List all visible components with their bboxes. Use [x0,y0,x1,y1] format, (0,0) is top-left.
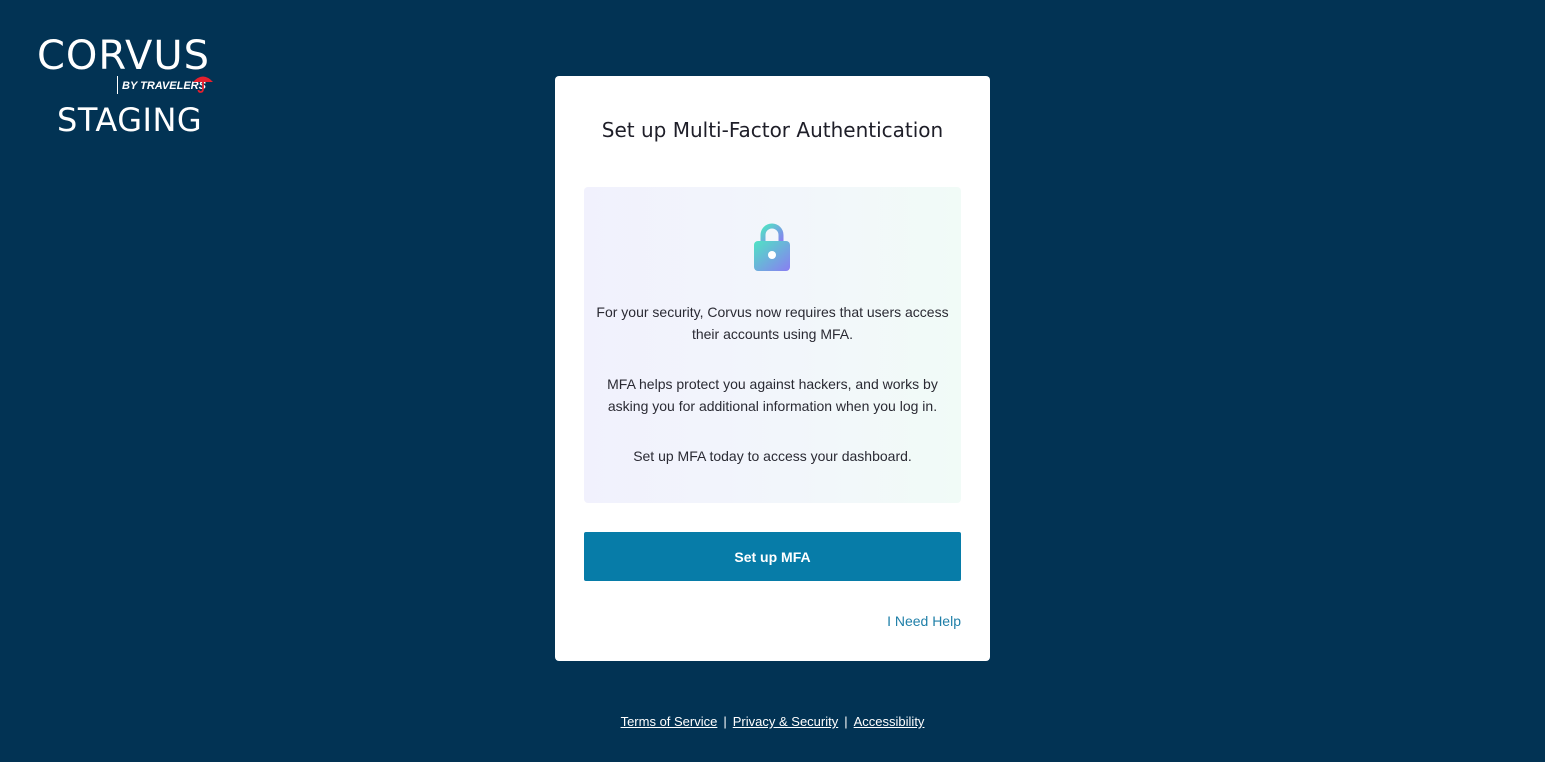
corvus-logo: CORVUS BY TRAVELERS STAGING [37,32,217,142]
privacy-security-link[interactable]: Privacy & Security [733,714,838,729]
mfa-card: Set up Multi-Factor Authentication For y… [555,76,990,661]
environment-label: STAGING [57,101,203,139]
info-paragraph-3: Set up MFA today to access your dashboar… [633,448,912,464]
logo-wordmark: CORVUS [37,33,211,79]
terms-of-service-link[interactable]: Terms of Service [621,714,718,729]
mfa-setup-page: CORVUS BY TRAVELERS STAGING Set up Multi… [0,0,1545,762]
info-paragraph-2: MFA helps protect you against hackers, a… [607,376,938,414]
umbrella-icon [193,76,213,93]
setup-mfa-button[interactable]: Set up MFA [584,532,961,581]
card-title: Set up Multi-Factor Authentication [601,118,944,142]
footer-separator: | [844,714,848,729]
footer: Terms of Service | Privacy & Security | Acce… [0,712,1545,732]
footer-separator: | [723,714,727,729]
need-help-link[interactable]: I Need Help [887,612,961,630]
info-panel: For your security, Corvus now requires t… [584,187,961,503]
info-paragraph-1: For your security, Corvus now requires t… [596,304,949,342]
lock-icon [754,223,790,271]
accessibility-link[interactable]: Accessibility [854,714,925,729]
